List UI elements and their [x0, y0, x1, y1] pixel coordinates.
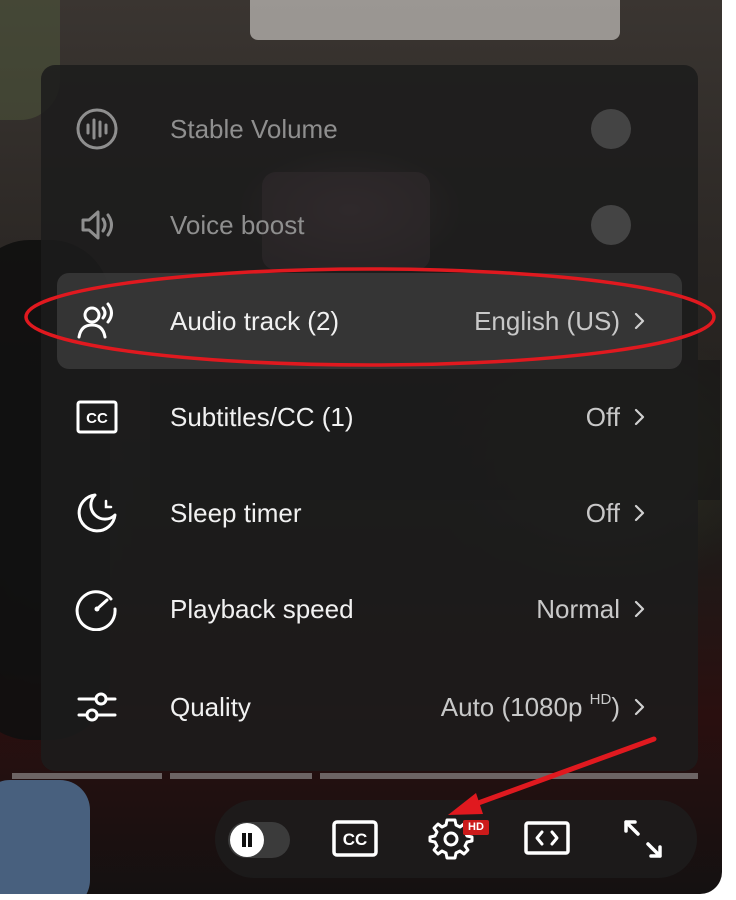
menu-item-value: Normal	[536, 594, 620, 624]
stable-volume-toggle[interactable]	[591, 109, 631, 149]
stable-volume-icon	[75, 107, 119, 151]
menu-item-label: Quality	[170, 692, 251, 722]
voice-boost-toggle[interactable]	[591, 205, 631, 245]
background-shelf-top	[250, 0, 620, 40]
sleep-timer-icon	[75, 491, 119, 535]
menu-item-quality[interactable]: Quality Auto (1080p HD)	[41, 659, 698, 755]
hd-badge: HD	[463, 820, 489, 835]
menu-item-label: Voice boost	[170, 210, 305, 240]
menu-item-label: Playback speed	[170, 594, 354, 624]
pause-icon[interactable]	[230, 823, 264, 857]
menu-item-stable-volume[interactable]: Stable Volume	[41, 81, 698, 177]
quality-value-suffix: )	[611, 692, 620, 722]
menu-item-value: Auto (1080p HD)	[441, 659, 620, 760]
menu-item-sleep-timer[interactable]: Sleep timer Off	[41, 465, 698, 561]
subtitles-icon: CC	[75, 395, 119, 439]
menu-item-audio-track[interactable]: Audio track (2) English (US)	[41, 273, 698, 369]
chevron-right-icon	[634, 600, 645, 618]
audio-track-icon	[75, 299, 119, 343]
subtitles-button[interactable]: CC	[330, 814, 380, 864]
menu-item-label: Audio track (2)	[170, 306, 340, 336]
playback-speed-icon	[75, 587, 119, 631]
progress-segment[interactable]	[12, 773, 162, 779]
progress-segment[interactable]	[320, 773, 698, 779]
background-jeans	[0, 780, 90, 894]
chevron-right-icon	[634, 504, 645, 522]
theater-mode-button[interactable]	[522, 814, 572, 864]
menu-item-label: Subtitles/CC (1)	[170, 402, 354, 432]
menu-item-label: Sleep timer	[170, 498, 302, 528]
fullscreen-button[interactable]	[618, 814, 668, 864]
progress-segment[interactable]	[170, 773, 312, 779]
menu-item-label: Stable Volume	[170, 114, 338, 144]
menu-item-voice-boost[interactable]: Voice boost	[41, 177, 698, 273]
menu-item-value: Off	[585, 402, 620, 432]
cc-icon: CC	[332, 820, 378, 857]
menu-item-value: English (US)	[474, 306, 620, 336]
voice-boost-icon	[75, 203, 119, 247]
chevron-right-icon	[634, 408, 645, 426]
quality-hd-superscript: HD	[589, 691, 612, 708]
menu-item-subtitles[interactable]: CC Subtitles/CC (1) Off	[41, 369, 698, 465]
quality-value-text: Auto (1080p	[440, 692, 590, 722]
settings-menu: Stable Volume Voice boost Audio track (2…	[41, 65, 698, 771]
svg-text:CC: CC	[86, 410, 108, 427]
theater-mode-icon	[524, 821, 570, 855]
menu-item-value: Off	[585, 498, 620, 528]
chevron-right-icon	[634, 698, 645, 716]
menu-item-playback-speed[interactable]: Playback speed Normal	[41, 561, 698, 657]
chevron-right-icon	[634, 312, 645, 330]
quality-icon	[75, 685, 119, 729]
svg-text:CC: CC	[343, 830, 368, 849]
fullscreen-icon	[624, 820, 662, 858]
